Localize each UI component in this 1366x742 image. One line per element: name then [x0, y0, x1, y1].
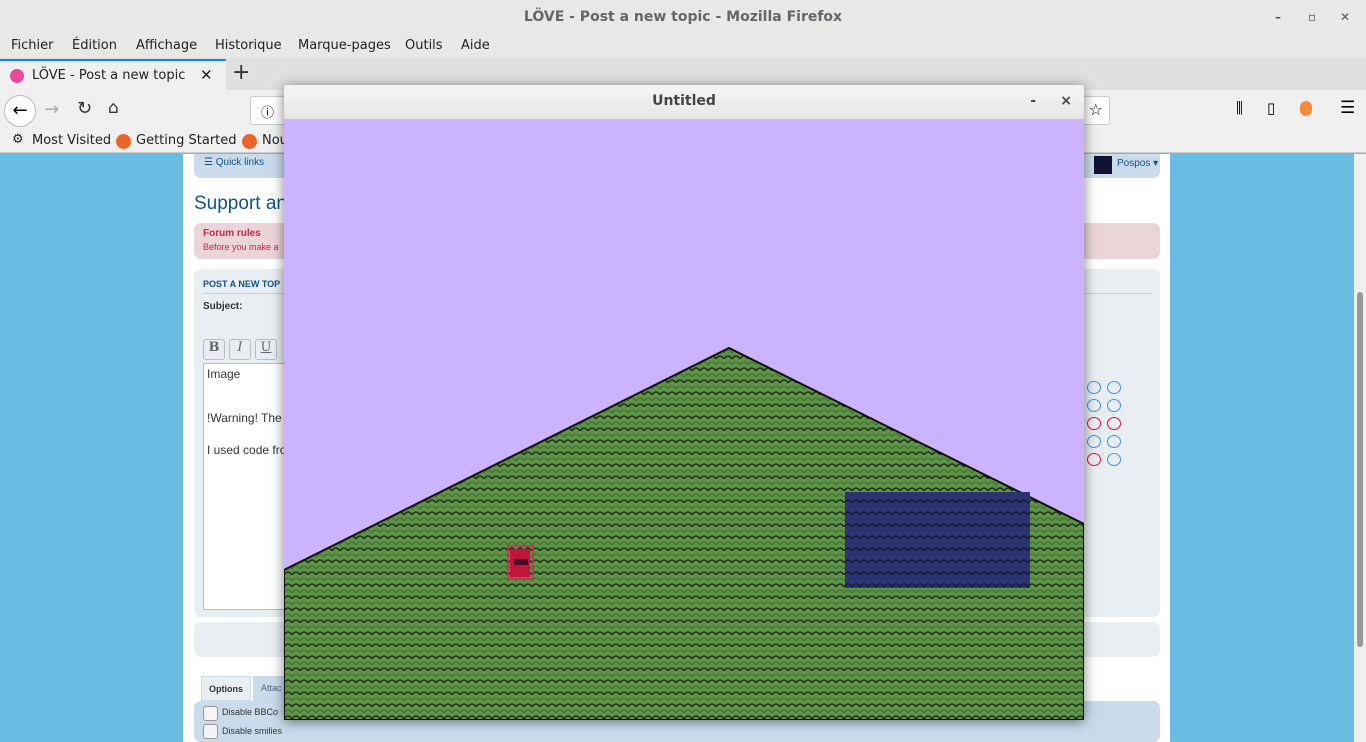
smiley-icon[interactable] — [1107, 381, 1121, 394]
disable-bbcode-checkbox[interactable] — [203, 706, 218, 721]
smiley-icon[interactable] — [1087, 381, 1101, 394]
new-tab-button[interactable]: + — [232, 60, 250, 85]
browser-title-bar: LÖVE - Post a new topic - Mozilla Firefo… — [0, 0, 1366, 34]
quick-links[interactable]: ☰ Quick links — [204, 157, 264, 168]
minimize-button[interactable]: – — [1275, 0, 1281, 34]
tab-title: LÖVE - Post a new topic — [32, 68, 186, 83]
user-menu[interactable]: Pospos ▾ — [1117, 158, 1158, 169]
back-button[interactable]: ← — [4, 95, 36, 127]
game-canvas[interactable] — [284, 119, 1084, 720]
bookmark-star-icon[interactable]: ☆ — [1089, 100, 1103, 119]
smiley-icon[interactable] — [1087, 435, 1101, 448]
firefox-icon — [242, 134, 257, 149]
game-close-button[interactable]: × — [1060, 85, 1072, 118]
scrollbar-thumb[interactable] — [1357, 292, 1363, 647]
italic-button[interactable]: I — [229, 339, 251, 360]
smiley-icon[interactable] — [1107, 453, 1121, 466]
game-window: Untitled - × — [284, 85, 1084, 720]
menu-edition[interactable]: Édition — [72, 38, 117, 53]
close-button[interactable]: ✕ — [1340, 0, 1350, 34]
smiley-icon[interactable] — [1107, 435, 1121, 448]
game-title-bar: Untitled - × — [284, 85, 1084, 119]
menu-bar: Fichier Édition Affichage Historique Mar… — [0, 34, 1366, 58]
tab-options[interactable]: Options — [201, 676, 251, 701]
underline-button[interactable]: U — [255, 339, 277, 360]
sidebar-icon[interactable]: ▯ — [1267, 99, 1275, 117]
bookmark-getting-started[interactable]: Getting Started — [136, 133, 237, 148]
library-icon[interactable]: ⫼ — [1236, 99, 1243, 117]
bookmark-most-visited[interactable]: Most Visited — [32, 133, 111, 148]
gear-icon: ⚙ — [12, 132, 24, 147]
menu-hamburger-icon[interactable]: ☰ — [1340, 98, 1355, 118]
smiley-icon[interactable] — [1087, 417, 1101, 430]
menu-outils[interactable]: Outils — [405, 38, 443, 53]
menu-historique[interactable]: Historique — [215, 38, 282, 53]
disable-smilies-label: Disable smilies — [222, 726, 283, 736]
game-title: Untitled — [652, 93, 716, 109]
smiley-icon[interactable] — [1107, 399, 1121, 412]
smilies-panel — [1087, 381, 1147, 471]
subject-label: Subject: — [203, 301, 243, 312]
window-title: LÖVE - Post a new topic - Mozilla Firefo… — [523, 9, 843, 25]
extension-icon[interactable] — [1300, 101, 1312, 116]
page-scrollbar[interactable] — [1354, 154, 1366, 742]
disable-smilies-checkbox[interactable] — [203, 724, 218, 739]
menu-marque-pages[interactable]: Marque-pages — [298, 38, 391, 53]
menu-affichage[interactable]: Affichage — [136, 38, 197, 53]
info-icon[interactable]: ⓘ — [261, 102, 274, 121]
game-minimize-button[interactable]: - — [1030, 85, 1036, 118]
reload-button[interactable]: ↻ — [77, 98, 92, 119]
love-favicon-icon — [10, 69, 24, 83]
page-title: Support an — [194, 193, 287, 214]
forward-button[interactable]: → — [44, 99, 59, 120]
smiley-icon[interactable] — [1107, 417, 1121, 430]
smiley-icon[interactable] — [1087, 453, 1101, 466]
avatar[interactable] — [1094, 156, 1112, 174]
close-tab-icon[interactable]: ✕ — [200, 66, 213, 84]
bold-button[interactable]: B — [203, 339, 225, 360]
menu-fichier[interactable]: Fichier — [11, 38, 54, 53]
maximize-button[interactable]: ▫ — [1308, 0, 1316, 34]
rules-title: Forum rules — [203, 228, 261, 239]
tab-love[interactable]: LÖVE - Post a new topic ✕ — [0, 59, 226, 90]
smiley-icon[interactable] — [1087, 399, 1101, 412]
firefox-icon — [116, 134, 131, 149]
disable-bbcode-label: Disable BBCo — [222, 707, 279, 717]
rules-text: Before you make a — [203, 242, 279, 252]
menu-aide[interactable]: Aide — [461, 38, 490, 53]
home-button[interactable]: ⌂ — [108, 98, 119, 118]
water-pond — [845, 492, 1030, 588]
player-sprite — [507, 545, 534, 580]
